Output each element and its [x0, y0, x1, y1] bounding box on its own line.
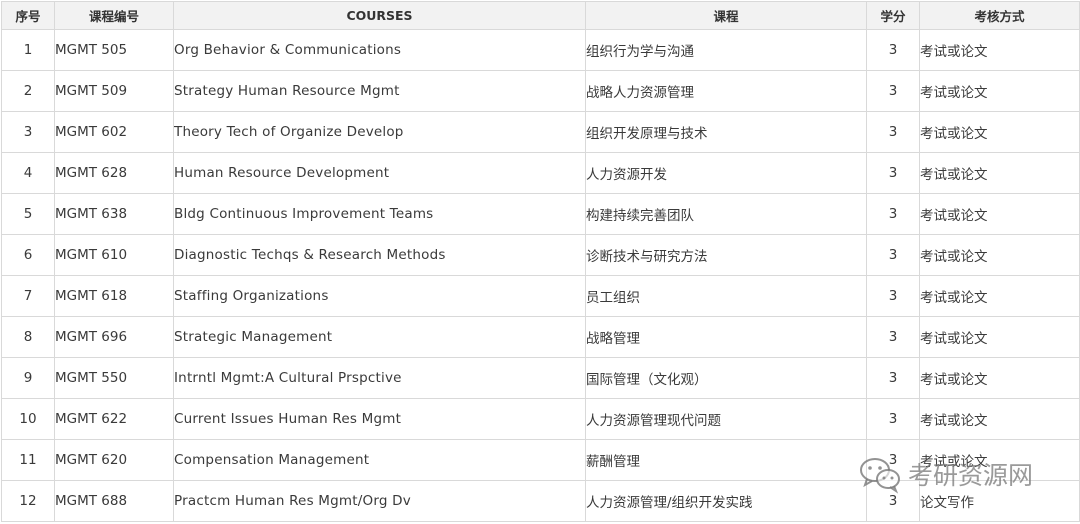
cell-course-zh: 组织开发原理与技术 — [585, 111, 867, 153]
cell-assessment: 考试或论文 — [919, 111, 1080, 153]
cell-code: MGMT 622 — [54, 398, 174, 440]
cell-code: MGMT 628 — [54, 152, 174, 194]
table-row: 6 MGMT 610 Diagnostic Techqs & Research Me… — [1, 234, 1080, 276]
cell-no: 9 — [1, 357, 55, 399]
cell-credits: 3 — [866, 398, 920, 440]
cell-credits: 3 — [866, 316, 920, 358]
cell-code: MGMT 688 — [54, 480, 174, 522]
header-course-en: COURSES — [173, 1, 586, 30]
cell-course-zh: 战略管理 — [585, 316, 867, 358]
cell-course-en: Org Behavior & Communications — [173, 29, 586, 71]
cell-course-en: Staffing Organizations — [173, 275, 586, 317]
cell-credits: 3 — [866, 193, 920, 235]
cell-code: MGMT 550 — [54, 357, 174, 399]
cell-assessment: 考试或论文 — [919, 275, 1080, 317]
cell-assessment: 考试或论文 — [919, 234, 1080, 276]
cell-course-en: Human Resource Development — [173, 152, 586, 194]
cell-no: 6 — [1, 234, 55, 276]
cell-credits: 3 — [866, 152, 920, 194]
header-assessment: 考核方式 — [919, 1, 1080, 30]
table-row: 8 MGMT 696 Strategic Management 战略管理 3 考试或论文 — [1, 316, 1080, 358]
cell-course-en: Strategy Human Resource Mgmt — [173, 70, 586, 112]
header-course-zh: 课程 — [585, 1, 867, 30]
cell-no: 3 — [1, 111, 55, 153]
header-credits: 学分 — [866, 1, 920, 30]
table-row: 7 MGMT 618 Staffing Organizations 员工组织 3 考试或论… — [1, 275, 1080, 317]
cell-assessment: 考试或论文 — [919, 316, 1080, 358]
cell-no: 7 — [1, 275, 55, 317]
cell-course-zh: 诊断技术与研究方法 — [585, 234, 867, 276]
cell-code: MGMT 638 — [54, 193, 174, 235]
watermark: 考研资源网 — [858, 454, 1033, 494]
cell-course-zh: 构建持续完善团队 — [585, 193, 867, 235]
cell-no: 2 — [1, 70, 55, 112]
cell-no: 5 — [1, 193, 55, 235]
cell-course-en: Intrntl Mgmt:A Cultural Prspctive — [173, 357, 586, 399]
cell-course-en: Strategic Management — [173, 316, 586, 358]
cell-credits: 3 — [866, 234, 920, 276]
watermark-text: 考研资源网 — [908, 461, 1034, 490]
cell-no: 12 — [1, 480, 55, 522]
cell-code: MGMT 620 — [54, 439, 174, 481]
cell-credits: 3 — [866, 111, 920, 153]
header-no: 序号 — [1, 1, 55, 30]
cell-course-zh: 组织行为学与沟通 — [585, 29, 867, 71]
cell-course-zh: 人力资源开发 — [585, 152, 867, 194]
cell-assessment: 考试或论文 — [919, 152, 1080, 194]
courses-table: 序号 课程编号 COURSES 课程 学分 考核方式 1 MGMT 505 Org … — [1, 1, 1080, 522]
cell-course-en: Current Issues Human Res Mgmt — [173, 398, 586, 440]
cell-course-zh: 战略人力资源管理 — [585, 70, 867, 112]
cell-course-zh: 国际管理（文化观） — [585, 357, 867, 399]
table-row: 10 MGMT 622 Current Issues Human Res Mgmt 人… — [1, 398, 1080, 440]
cell-credits: 3 — [866, 70, 920, 112]
cell-no: 1 — [1, 29, 55, 71]
cell-course-zh: 员工组织 — [585, 275, 867, 317]
table-row: 3 MGMT 602 Theory Tech of Organize Develop… — [1, 111, 1080, 153]
table-row: 5 MGMT 638 Bldg Continuous Improvement Tea… — [1, 193, 1080, 235]
cell-code: MGMT 505 — [54, 29, 174, 71]
cell-course-en: Theory Tech of Organize Develop — [173, 111, 586, 153]
cell-no: 4 — [1, 152, 55, 194]
cell-assessment: 考试或论文 — [919, 70, 1080, 112]
table-row: 1 MGMT 505 Org Behavior & Communications 组织… — [1, 29, 1080, 71]
cell-course-zh: 人力资源管理现代问题 — [585, 398, 867, 440]
wechat-icon — [860, 458, 900, 494]
table-header-row: 序号 课程编号 COURSES 课程 学分 考核方式 — [1, 1, 1080, 30]
cell-no: 11 — [1, 439, 55, 481]
cell-code: MGMT 610 — [54, 234, 174, 276]
cell-assessment: 考试或论文 — [919, 193, 1080, 235]
header-code: 课程编号 — [54, 1, 174, 30]
cell-course-en: Diagnostic Techqs & Research Methods — [173, 234, 586, 276]
cell-course-zh: 薪酬管理 — [585, 439, 867, 481]
cell-course-en: Bldg Continuous Improvement Teams — [173, 193, 586, 235]
table-row: 9 MGMT 550 Intrntl Mgmt:A Cultural Prspcti… — [1, 357, 1080, 399]
cell-no: 8 — [1, 316, 55, 358]
cell-code: MGMT 509 — [54, 70, 174, 112]
cell-course-en: Practcm Human Res Mgmt/Org Dv — [173, 480, 586, 522]
cell-assessment: 考试或论文 — [919, 29, 1080, 71]
cell-credits: 3 — [866, 275, 920, 317]
cell-credits: 3 — [866, 29, 920, 71]
cell-assessment: 考试或论文 — [919, 357, 1080, 399]
table-row: 2 MGMT 509 Strategy Human Resource Mgmt 战略人… — [1, 70, 1080, 112]
cell-assessment: 考试或论文 — [919, 398, 1080, 440]
cell-code: MGMT 696 — [54, 316, 174, 358]
cell-course-en: Compensation Management — [173, 439, 586, 481]
cell-credits: 3 — [866, 357, 920, 399]
cell-code: MGMT 618 — [54, 275, 174, 317]
cell-no: 10 — [1, 398, 55, 440]
table-row: 4 MGMT 628 Human Resource Development 人力资源开… — [1, 152, 1080, 194]
cell-code: MGMT 602 — [54, 111, 174, 153]
cell-course-zh: 人力资源管理/组织开发实践 — [585, 480, 867, 522]
